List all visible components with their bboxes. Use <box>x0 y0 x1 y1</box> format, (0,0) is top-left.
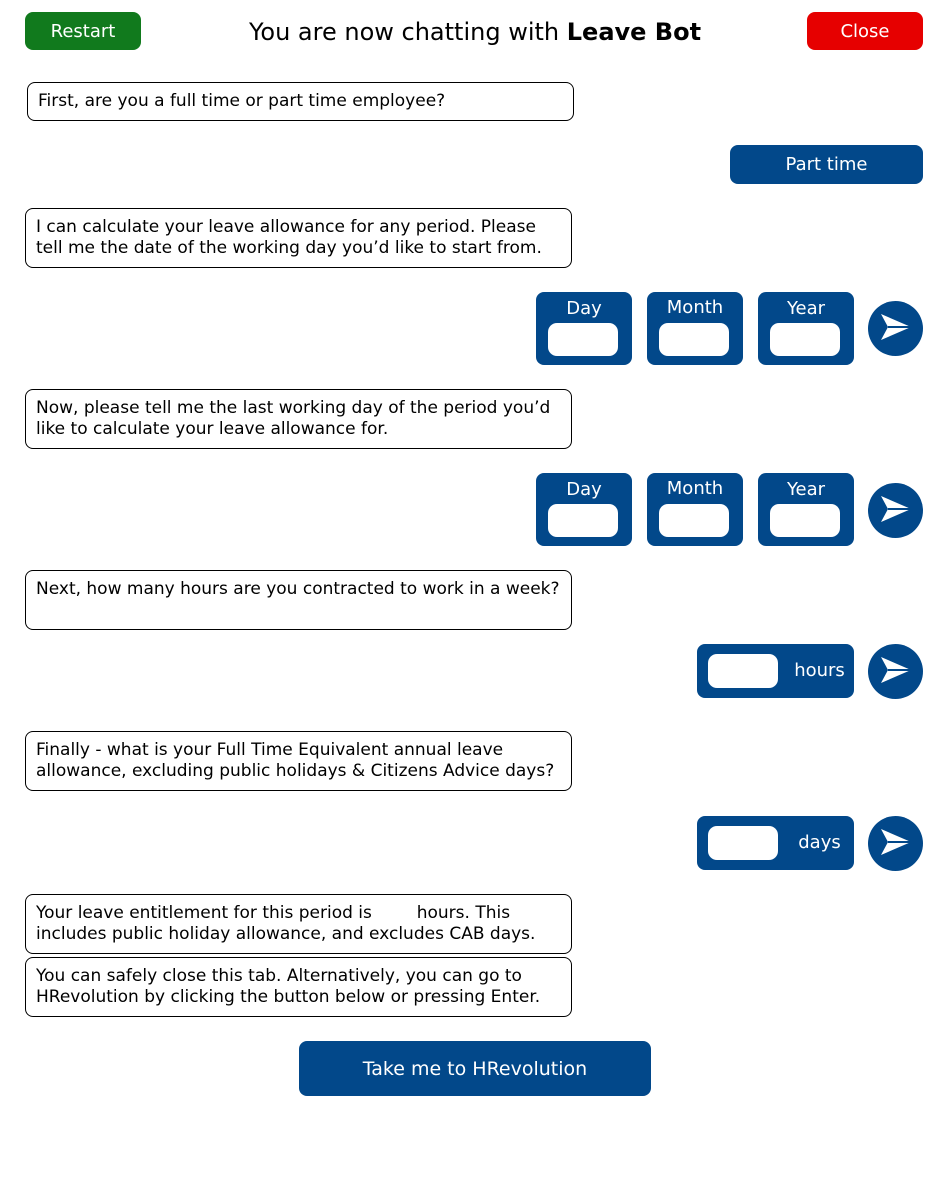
start-month-field: Month <box>647 292 743 365</box>
bot-message-result: Your leave entitlement for this period i… <box>25 894 572 954</box>
send-icon <box>879 655 913 689</box>
bot-message-closing: You can safely close this tab. Alternati… <box>25 957 572 1017</box>
send-icon <box>879 827 913 861</box>
year-label: Year <box>786 479 826 500</box>
send-start-date-button[interactable] <box>868 301 923 356</box>
send-days-button[interactable] <box>868 816 923 871</box>
start-month-input[interactable] <box>659 323 729 356</box>
start-year-field: Year <box>758 292 854 365</box>
days-field: days <box>697 816 854 870</box>
send-icon <box>879 494 913 528</box>
days-unit-label: days <box>798 832 841 853</box>
result-prefix: Your leave entitlement for this period i… <box>36 903 372 923</box>
bot-message-fte-allowance: Finally - what is your Full Time Equival… <box>25 731 572 791</box>
close-button[interactable]: Close <box>807 12 923 50</box>
hrevolution-button[interactable]: Take me to HRevolution <box>299 1041 651 1096</box>
hours-unit-label: hours <box>794 660 845 681</box>
end-month-input[interactable] <box>659 504 729 537</box>
bot-message-employment-type: First, are you a full time or part time … <box>27 82 574 121</box>
year-label: Year <box>786 298 826 319</box>
end-year-input[interactable] <box>770 504 840 537</box>
start-year-input[interactable] <box>770 323 840 356</box>
end-year-field: Year <box>758 473 854 546</box>
month-label: Month <box>666 478 724 499</box>
days-input[interactable] <box>708 826 778 860</box>
month-label: Month <box>666 297 724 318</box>
day-label: Day <box>566 298 602 319</box>
bot-message-contracted-hours: Next, how many hours are you contracted … <box>25 570 572 630</box>
day-label: Day <box>566 479 602 500</box>
end-day-field: Day <box>536 473 632 546</box>
restart-button[interactable]: Restart <box>25 12 141 50</box>
bot-name: Leave Bot <box>566 18 702 46</box>
title-prefix: You are now chatting with <box>248 18 560 46</box>
part-time-button[interactable]: Part time <box>730 145 923 184</box>
bot-message-end-date: Now, please tell me the last working day… <box>25 389 572 449</box>
start-day-field: Day <box>536 292 632 365</box>
send-icon <box>879 312 913 346</box>
send-end-date-button[interactable] <box>868 483 923 538</box>
end-day-input[interactable] <box>548 504 618 537</box>
end-month-field: Month <box>647 473 743 546</box>
chat-title: You are now chatting with Leave Bot <box>150 14 800 50</box>
hours-input[interactable] <box>708 654 778 688</box>
send-hours-button[interactable] <box>868 644 923 699</box>
bot-message-start-date: I can calculate your leave allowance for… <box>25 208 572 268</box>
hours-field: hours <box>697 644 854 698</box>
start-day-input[interactable] <box>548 323 618 356</box>
